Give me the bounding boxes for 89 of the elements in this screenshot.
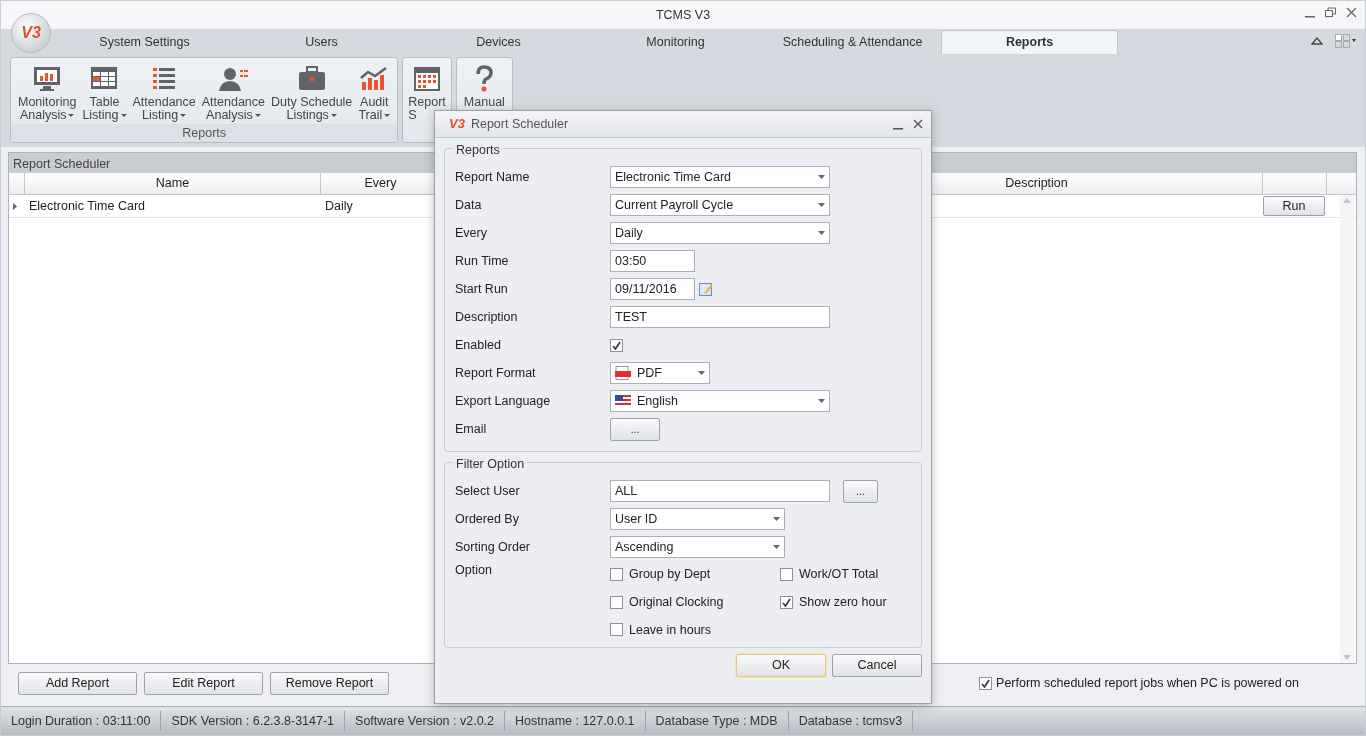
- check-icon: [782, 597, 791, 607]
- action-button[interactable]: Add Report: [18, 671, 137, 695]
- input-field[interactable]: 03:50: [610, 250, 695, 272]
- close-icon[interactable]: [913, 119, 923, 129]
- input-field[interactable]: TEST: [610, 306, 830, 328]
- checkbox-label: Original Clocking: [629, 593, 724, 611]
- action-button[interactable]: Remove Report: [270, 671, 389, 695]
- check-icon: [981, 678, 991, 688]
- pdf-file-icon: [615, 366, 631, 380]
- status-item: Database Type : MDB: [645, 711, 789, 732]
- field-label: Description: [455, 308, 519, 326]
- check-icon: [612, 340, 621, 350]
- ribbon-tab[interactable]: Users: [233, 30, 410, 55]
- dropdown[interactable]: Daily: [610, 222, 830, 244]
- input-field[interactable]: 09/11/2016: [610, 278, 695, 300]
- caret-icon: [773, 517, 780, 521]
- dialog-button[interactable]: Cancel: [832, 654, 922, 678]
- table-cell-text: Daily: [324, 198, 354, 216]
- status-item: Hostname : 127.0.0.1: [505, 711, 646, 732]
- field-label: Data: [455, 196, 483, 214]
- window-title: TCMS V3: [655, 6, 711, 24]
- ribbon-tab[interactable]: System Settings: [56, 30, 233, 55]
- more-button[interactable]: ...: [610, 417, 660, 441]
- field-label: Select User: [455, 482, 521, 500]
- field-label: Start Run: [455, 280, 509, 298]
- field-label: Option: [455, 562, 493, 579]
- dropdown[interactable]: Electronic Time Card: [610, 166, 830, 188]
- run-button[interactable]: Run: [1263, 196, 1325, 217]
- caret-icon: [773, 545, 780, 549]
- field-label: Run Time: [455, 252, 510, 270]
- checkbox[interactable]: [610, 338, 623, 352]
- ribbon-tab[interactable]: Reports: [941, 30, 1118, 55]
- checkbox-label: Show zero hour: [799, 593, 887, 611]
- status-item: SDK Version : 6.2.3.8-3147-1: [161, 711, 346, 732]
- checkbox[interactable]: [610, 567, 623, 581]
- dropdown[interactable]: User ID: [610, 508, 785, 530]
- field-label: Export Language: [455, 392, 552, 410]
- checkbox[interactable]: [780, 567, 793, 581]
- ribbon-button[interactable]: Attendance Analysis: [198, 62, 268, 125]
- status-item: Login Duration : 03:11:00: [1, 711, 162, 732]
- ribbon-button[interactable]: Audit Trail: [355, 62, 394, 125]
- close-icon[interactable]: [1346, 7, 1357, 19]
- field-label: Every: [455, 224, 488, 242]
- group-label: Reports: [11, 124, 398, 143]
- app-logo: V3: [11, 13, 51, 53]
- field-label: Ordered By: [455, 510, 520, 528]
- ribbon-button[interactable]: Monitoring Analysis: [15, 62, 80, 125]
- flag-icon: [615, 395, 631, 407]
- checkbox[interactable]: [610, 595, 623, 609]
- checkbox[interactable]: [610, 623, 623, 637]
- dropdown[interactable]: Current Payroll Cycle: [610, 194, 830, 216]
- dropdown[interactable]: PDF: [610, 362, 710, 384]
- caret-icon: [818, 203, 825, 207]
- dialog-logo: V3: [449, 115, 465, 134]
- checkbox-label: Work/OT Total: [799, 566, 879, 583]
- column-header: Name: [25, 173, 321, 195]
- more-button[interactable]: ...: [843, 479, 878, 503]
- field-label: Email: [455, 420, 488, 438]
- dropdown[interactable]: English: [610, 390, 830, 412]
- status-item: Software Version : v2.0.2: [345, 711, 506, 732]
- caret-icon: [818, 399, 825, 403]
- checkbox[interactable]: [780, 595, 793, 609]
- checkbox-label: Leave in hours: [629, 621, 711, 639]
- checkbox-label: Group by Dept: [629, 566, 711, 583]
- calendar-edit-icon[interactable]: [699, 282, 713, 296]
- checkbox[interactable]: [979, 676, 993, 690]
- ribbon-tab[interactable]: Devices: [410, 30, 587, 55]
- ribbon-button[interactable]: Attendance Listing: [129, 62, 199, 125]
- caret-icon: [698, 371, 705, 375]
- checkbox-label: Perform scheduled report jobs when PC is powered on: [996, 674, 1299, 692]
- ribbon-tab[interactable]: Monitoring: [587, 30, 764, 55]
- ribbon-button[interactable]: Duty Schedule Listings: [268, 62, 356, 125]
- dialog-button[interactable]: OK: [736, 654, 826, 678]
- status-item: Database : tcmsv3: [788, 711, 914, 732]
- dropdown[interactable]: Ascending: [610, 536, 785, 558]
- ribbon-tab[interactable]: Scheduling & Attendance: [764, 30, 941, 55]
- table-cell-text: Electronic Time Card: [28, 198, 146, 216]
- caret-icon: [818, 231, 825, 235]
- ribbon-button[interactable]: Table Listing: [79, 62, 130, 125]
- dialog-title: Report Scheduler: [470, 115, 569, 133]
- collapse-icon[interactable]: [1311, 35, 1323, 46]
- field-label: Enabled: [455, 337, 502, 354]
- field-label: Sorting Order: [455, 538, 532, 556]
- input-field[interactable]: ALL: [610, 480, 830, 502]
- row-indicator-icon: [13, 203, 17, 211]
- layout-icon[interactable]: [1335, 33, 1357, 48]
- field-label: Report Format: [455, 364, 537, 382]
- action-button[interactable]: Edit Report: [144, 671, 263, 695]
- restore-icon[interactable]: [1325, 7, 1336, 19]
